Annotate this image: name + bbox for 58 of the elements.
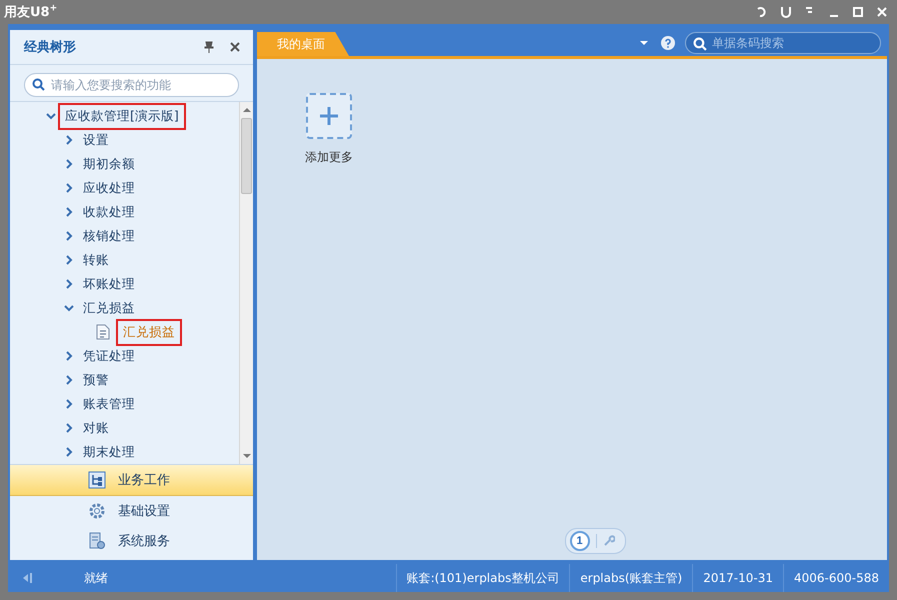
collapse-caret-icon[interactable] [64,375,74,385]
collapse-caret-icon[interactable] [64,423,74,433]
collapse-caret-icon[interactable] [64,231,74,241]
tile-label: 添加更多 [305,149,353,166]
panel-title: 经典树形 [24,39,76,56]
expand-caret-icon[interactable] [46,111,56,121]
nav-item[interactable]: 基础设置 [10,496,253,526]
document-icon [96,324,110,340]
scrollbar-thumb[interactable] [241,118,252,194]
help-icon[interactable] [661,36,675,50]
tree-item[interactable]: 期初余额 [80,154,138,174]
tree-item[interactable]: 预警 [80,370,112,390]
nav-item[interactable]: 系统服务 [10,526,253,556]
tree-item[interactable]: 设置 [80,130,112,150]
tree-structure-icon [88,471,106,489]
tree-item[interactable]: 转账 [80,250,112,270]
tree-item[interactable]: 应收处理 [80,178,138,198]
plus-icon [318,105,340,127]
scroll-up-icon[interactable] [242,106,250,114]
tree-item[interactable]: 收款处理 [80,202,138,222]
tree-item[interactable]: 账表管理 [80,394,138,414]
status-text: 就绪 [84,570,108,586]
page-button[interactable]: 1 [570,531,590,551]
collapse-arrow-icon[interactable] [22,572,34,584]
app-logo: 用友U8$^{+}$ [4,3,58,21]
nav-item[interactable]: 业务工作 [10,465,253,496]
status-item: 2017-10-31 [692,564,783,592]
server-gear-icon [88,532,106,550]
search-icon [32,78,45,91]
tree-item[interactable]: 汇兑损益 [80,298,138,318]
gear-icon [88,502,106,520]
collapse-caret-icon[interactable] [64,207,74,217]
status-item: 4006-600-588 [782,564,889,592]
collapse-caret-icon[interactable] [64,351,74,361]
search-field[interactable]: 单据条码搜索 [685,32,881,54]
collapse-caret-icon[interactable] [64,399,74,409]
collapse-caret-icon[interactable] [64,279,74,289]
collapse-caret-icon[interactable] [64,135,74,145]
collapse-caret-icon[interactable] [64,447,74,457]
tree-item[interactable]: 对账 [80,418,112,438]
add-tile-button[interactable] [306,93,352,139]
scroll-down-icon[interactable] [242,452,250,460]
close-icon[interactable] [875,5,889,19]
tree-item[interactable]: 凭证处理 [80,346,138,366]
maximize-icon[interactable] [851,5,865,19]
collapse-caret-icon[interactable] [64,159,74,169]
pin-icon[interactable] [203,41,215,53]
tree-item[interactable]: 坏账处理 [80,274,138,294]
status-item: erplabs(账套主管) [569,564,692,592]
expand-caret-icon[interactable] [64,303,74,313]
tree-item[interactable]: 核销处理 [80,226,138,246]
collapse-caret-icon[interactable] [64,183,74,193]
close-icon[interactable] [229,41,241,53]
search-icon [693,37,707,51]
status-item: 账套:(101)erplabs整机公司 [396,564,570,592]
tree-item[interactable]: 期末处理 [80,442,138,462]
collapse-caret-icon[interactable] [64,255,74,265]
search-field[interactable]: 请输入您要搜索的功能 [24,73,239,97]
